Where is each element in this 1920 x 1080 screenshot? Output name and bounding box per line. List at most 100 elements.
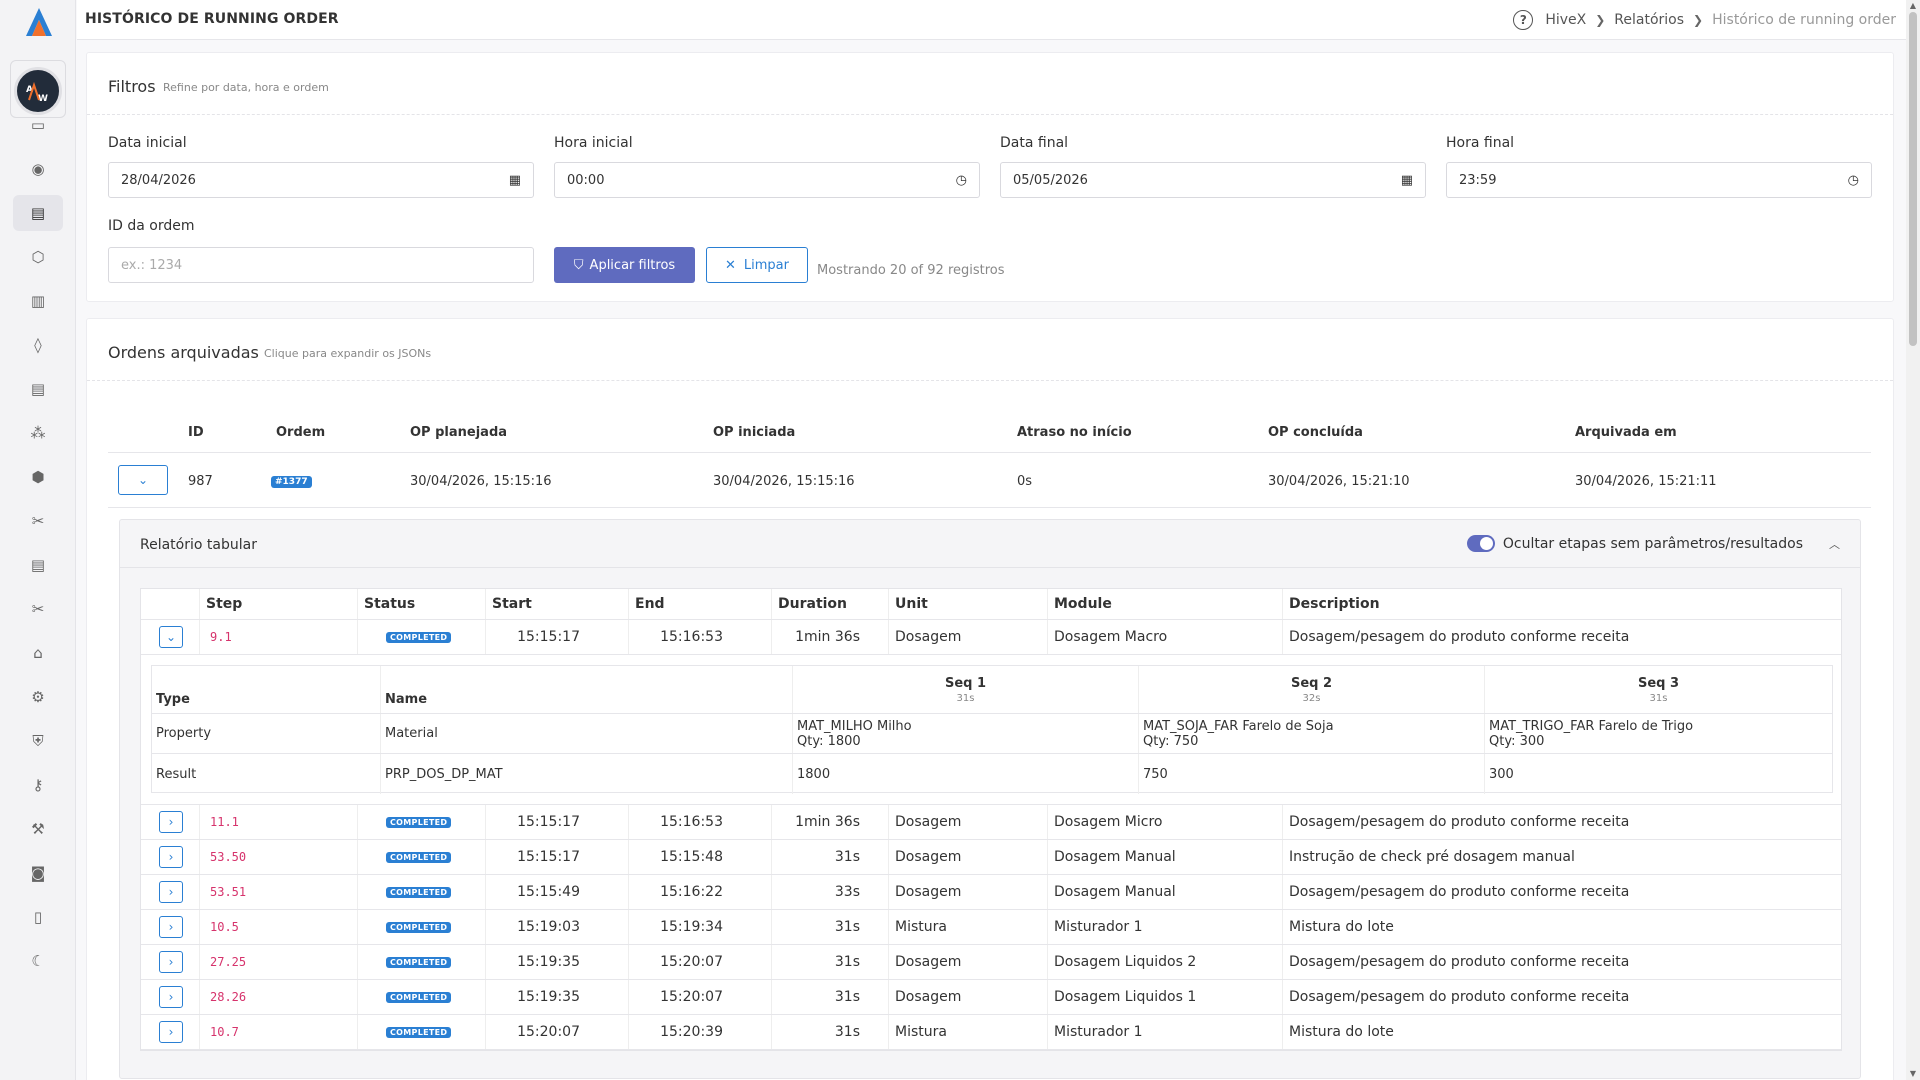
shield-icon[interactable]: ⛨ — [13, 723, 63, 759]
drop-icon[interactable]: ◊ — [13, 327, 63, 363]
filters-title: Filtros — [108, 77, 156, 96]
archived-at: 30/04/2026, 15:21:11 — [1575, 474, 1717, 489]
end-date-field[interactable]: 05/05/2026 ▦ — [1000, 162, 1426, 198]
wrench-icon[interactable]: ⚒ — [13, 811, 63, 847]
end-time-field[interactable]: 23:59 ◷ — [1446, 162, 1872, 198]
help-icon[interactable]: ? — [1513, 10, 1534, 30]
step-detail-table: Type Name Seq 1 31s Seq 2 32s Seq 3 31s Property… — [151, 665, 1833, 794]
header-expander-cell — [141, 589, 199, 619]
step-row[interactable]: › 53.50 COMPLETED 15:15:17 15:15:48 31s Dosage… — [141, 840, 1841, 875]
order-id-input[interactable]: ex.: 1234 — [108, 247, 534, 283]
settings-icon[interactable]: ⚙ — [13, 679, 63, 715]
start-time-field[interactable]: 00:00 ◷ — [554, 162, 980, 198]
status-badge: COMPLETED — [386, 631, 452, 643]
expand-step-button[interactable]: › — [159, 811, 183, 833]
sidebar: A W ▭ ◉ ▤ ⬡ ▥ ◊ ▤ ⁂ ⬢ ✂ ▤ ✂ ⌂ ⚙ ⛨ ⚷ ⚒ ◙ ▯ ☾ — [0, 0, 76, 1080]
calendar-icon[interactable]: ▦ — [509, 173, 521, 188]
clipboard-icon[interactable]: ▤ — [13, 195, 63, 231]
close-icon: ✕ — [725, 257, 736, 273]
status-badge: COMPLETED — [386, 921, 452, 933]
expand-step-button[interactable]: › — [159, 986, 183, 1008]
tools-cross-icon[interactable]: ✂ — [13, 591, 63, 627]
document-icon[interactable]: ▥ — [13, 283, 63, 319]
chevron-right-icon: › — [168, 885, 174, 899]
panel-icon[interactable]: ▯ — [13, 899, 63, 935]
status-badge: COMPLETED — [386, 816, 452, 828]
expand-step-button[interactable]: › — [159, 881, 183, 903]
expand-step-button[interactable]: › — [159, 846, 183, 868]
op-started: 30/04/2026, 15:15:16 — [713, 474, 855, 489]
clock-icon[interactable]: ◷ — [956, 173, 967, 188]
collapse-row-button[interactable]: ⌄ — [118, 465, 168, 495]
step-end: 15:19:34 — [628, 910, 771, 944]
records-count: Mostrando 20 of 92 registros — [817, 263, 1005, 278]
col-planned: OP planejada — [410, 425, 508, 440]
step-row[interactable]: › 10.5 COMPLETED 15:19:03 15:19:34 31s Mistura… — [141, 910, 1841, 945]
tools-icon[interactable]: ✂ — [13, 503, 63, 539]
start-date-label: Data inicial — [108, 135, 187, 151]
collapse-step-button[interactable]: ⌄ — [159, 626, 183, 648]
step-end: 15:20:07 — [628, 945, 771, 979]
key-icon[interactable]: ⚷ — [13, 767, 63, 803]
nodes-icon[interactable]: ⁂ — [13, 415, 63, 451]
ledger-icon[interactable]: ▤ — [13, 547, 63, 583]
clipboard-list-icon[interactable]: ▤ — [13, 371, 63, 407]
status-badge: COMPLETED — [386, 851, 452, 863]
moon-icon[interactable]: ☾ — [13, 943, 63, 979]
op-completed: 30/04/2026, 15:21:10 — [1268, 474, 1410, 489]
step-row[interactable]: › 10.7 COMPLETED 15:20:07 15:20:39 31s Mistura… — [141, 1015, 1841, 1050]
start-date-field[interactable]: 28/04/2026 ▦ — [108, 162, 534, 198]
calendar-icon[interactable]: ▦ — [1401, 173, 1413, 188]
expand-step-button[interactable]: › — [159, 1021, 183, 1043]
step-row[interactable]: › 53.51 COMPLETED 15:15:49 15:16:22 33s Dosage… — [141, 875, 1841, 910]
cube-icon[interactable]: ⬡ — [13, 239, 63, 275]
step-row[interactable]: › 28.26 COMPLETED 15:19:35 15:20:07 31s Dosage… — [141, 980, 1841, 1015]
step-row[interactable]: › 27.25 COMPLETED 15:19:35 15:20:07 31s Dosage… — [141, 945, 1841, 980]
step-id-cell: 11.1 — [199, 805, 357, 839]
chevron-up-icon[interactable]: ︿ — [1829, 536, 1840, 552]
step-row[interactable]: › 11.1 COMPLETED 15:15:17 15:16:53 1min 36s Do… — [141, 805, 1841, 840]
start-time-label: Hora inicial — [554, 135, 633, 151]
table-row[interactable]: ⌄ 987 #1377 30/04/2026, 15:15:16 30/04/2… — [108, 454, 1871, 508]
account-icon[interactable]: ◙ — [13, 855, 63, 891]
step-row[interactable]: ⌄ 9.1 COMPLETED 15:15:17 15:16:53 1min 36s Dos… — [141, 620, 1841, 655]
breadcrumb-relatorios[interactable]: Relatórios — [1614, 12, 1684, 28]
scroll-up-arrow-icon[interactable]: ▲ — [1908, 1, 1918, 11]
step-id: 27.25 — [210, 955, 247, 969]
chevron-down-icon: ⌄ — [165, 630, 177, 644]
clock-icon[interactable]: ◷ — [1848, 173, 1859, 188]
start-date-value: 28/04/2026 — [121, 172, 196, 188]
expand-step-button[interactable]: › — [159, 916, 183, 938]
stand-icon[interactable]: ⌂ — [13, 635, 63, 671]
step-module: Misturador 1 — [1047, 1015, 1282, 1049]
step-unit: Dosagem — [888, 620, 1047, 654]
seq-qty: Qty: 1800 — [797, 733, 861, 749]
step-status-cell: COMPLETED — [357, 875, 485, 909]
step-id: 53.50 — [210, 850, 247, 864]
seq-value: MAT_SOJA_FAR Farelo de Soja — [1143, 718, 1334, 734]
clear-filters-button[interactable]: ✕ Limpar — [706, 247, 808, 283]
step-id: 10.7 — [210, 1025, 239, 1039]
col-started: OP iniciada — [713, 425, 796, 440]
step-status-cell: COMPLETED — [357, 945, 485, 979]
chat-icon[interactable]: ▭ — [13, 107, 63, 143]
col-archived: Arquivada em — [1575, 425, 1677, 440]
chevron-right-icon: ❯ — [1693, 13, 1704, 27]
breadcrumb-hivex[interactable]: HiveX — [1545, 12, 1586, 28]
scroll-thumb[interactable] — [1909, 12, 1917, 346]
order-badge: #1377 — [271, 476, 312, 488]
start-delay: 0s — [1017, 474, 1033, 489]
gauge-icon[interactable]: ◉ — [13, 151, 63, 187]
apply-filters-button[interactable]: ⛉ Aplicar filtros — [554, 247, 695, 283]
chevron-right-icon: › — [168, 990, 174, 1004]
hide-steps-label: Ocultar etapas sem parâmetros/resultados — [1502, 535, 1803, 552]
hide-steps-toggle[interactable] — [1466, 535, 1495, 552]
step-module: Dosagem Manual — [1047, 875, 1282, 909]
box-icon[interactable]: ⬢ — [13, 459, 63, 495]
step-end: 15:15:48 — [628, 840, 771, 874]
scroll-down-arrow-icon[interactable]: ▼ — [1908, 1069, 1918, 1079]
start-time-value: 00:00 — [567, 172, 605, 188]
expand-step-button[interactable]: › — [159, 951, 183, 973]
app-logo[interactable] — [24, 6, 54, 40]
page-scrollbar[interactable]: ▲ ▼ — [1906, 0, 1920, 1080]
